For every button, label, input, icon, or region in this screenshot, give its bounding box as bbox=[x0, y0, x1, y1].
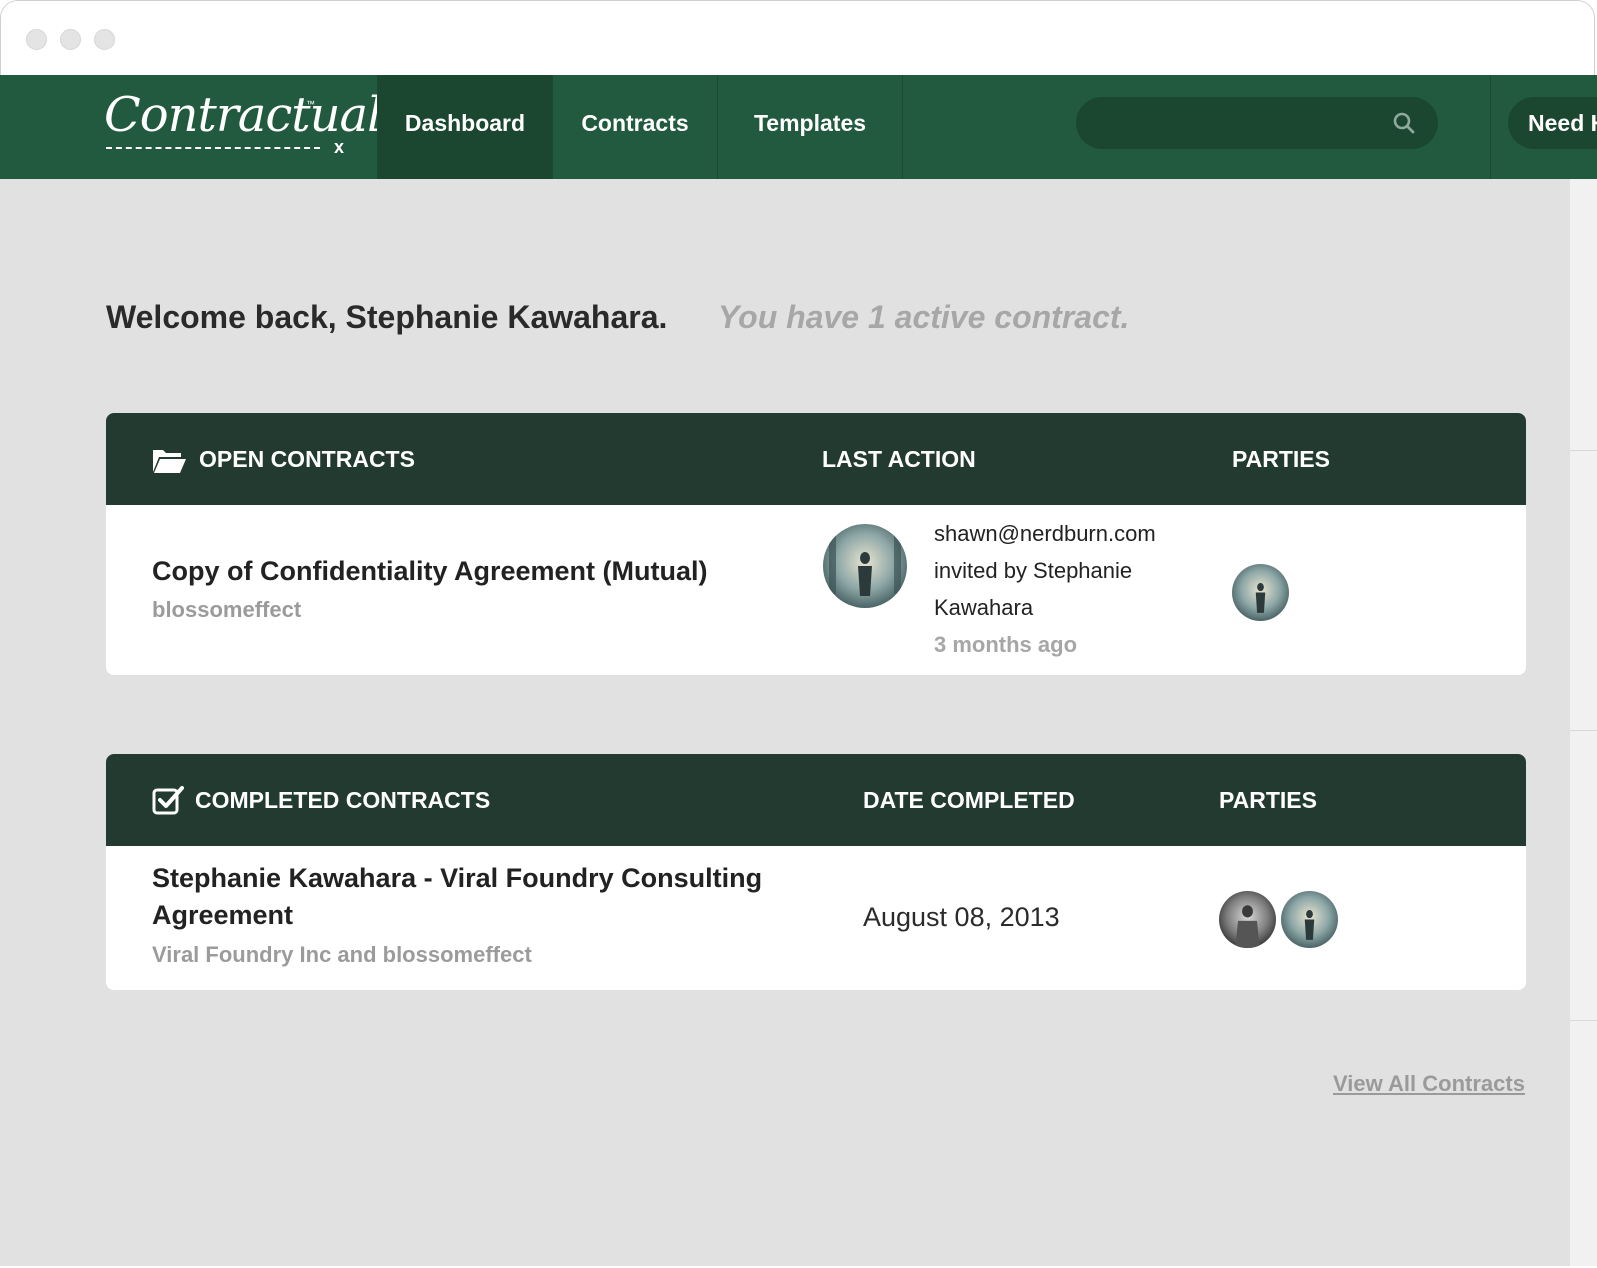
last-action-line: invited by Stephanie bbox=[934, 558, 1133, 583]
help-button[interactable]: Need H bbox=[1508, 97, 1597, 149]
column-header-last-action: LAST ACTION bbox=[822, 446, 976, 472]
close-window-button[interactable] bbox=[26, 29, 47, 50]
logo-wordmark: Contractually bbox=[104, 87, 423, 143]
contract-title-line: Agreement bbox=[152, 900, 294, 930]
folder-open-icon bbox=[153, 450, 186, 473]
scrollbar-divider bbox=[1570, 1020, 1597, 1021]
column-header-date-completed: DATE COMPLETED bbox=[863, 787, 1075, 813]
search-icon[interactable] bbox=[1392, 111, 1416, 135]
column-header-completed-contracts: COMPLETED CONTRACTS bbox=[195, 787, 491, 813]
scrollbar-divider bbox=[1570, 450, 1597, 451]
contract-title-line: Stephanie Kawahara - Viral Foundry Consu… bbox=[152, 863, 763, 893]
window-titlebar bbox=[1, 1, 1594, 76]
view-all-contracts-link[interactable]: View All Contracts bbox=[1333, 1071, 1525, 1097]
table-row[interactable]: Copy of Confidentiality Agreement (Mutua… bbox=[106, 505, 1526, 675]
welcome-message: Welcome back, Stephanie Kawahara. bbox=[106, 299, 668, 335]
last-action-time: 3 months ago bbox=[934, 632, 1078, 657]
contract-owner: blossomeffect bbox=[152, 597, 302, 622]
column-header-parties: PARTIES bbox=[1232, 446, 1330, 472]
logo-dashed-line bbox=[106, 147, 320, 149]
search-input[interactable] bbox=[1076, 97, 1438, 149]
column-header-open-contracts: OPEN CONTRACTS bbox=[199, 446, 415, 472]
last-action-text: shawn@nerdburn.com invited by Stephanie … bbox=[934, 515, 1156, 663]
completed-contracts-panel: COMPLETED CONTRACTS DATE COMPLETED PARTI… bbox=[106, 754, 1526, 990]
nav-divider bbox=[902, 75, 903, 179]
tab-contracts[interactable]: Contracts bbox=[552, 75, 717, 179]
party-avatar[interactable] bbox=[1281, 891, 1338, 948]
tab-dashboard[interactable]: Dashboard bbox=[377, 75, 552, 179]
open-contracts-panel: OPEN CONTRACTS LAST ACTION PARTIES Copy … bbox=[106, 413, 1526, 675]
last-action-line: shawn@nerdburn.com bbox=[934, 521, 1156, 546]
logo-x-mark: x bbox=[334, 137, 345, 157]
contract-parties-text: Viral Foundry Inc and blossomeffect bbox=[152, 942, 532, 967]
nav-divider bbox=[1490, 75, 1491, 179]
active-contracts-note: You have 1 active contract. bbox=[718, 299, 1130, 335]
table-row[interactable]: Stephanie Kawahara - Viral Foundry Consu… bbox=[106, 846, 1526, 990]
open-contracts-header: OPEN CONTRACTS LAST ACTION PARTIES bbox=[106, 413, 1526, 505]
contract-title[interactable]: Stephanie Kawahara - Viral Foundry Consu… bbox=[152, 860, 762, 934]
party-avatar[interactable] bbox=[1219, 891, 1276, 948]
contractually-logo[interactable]: Contractually ™ x bbox=[104, 85, 423, 171]
contract-title[interactable]: Copy of Confidentiality Agreement (Mutua… bbox=[152, 553, 708, 590]
tab-templates[interactable]: Templates bbox=[717, 75, 902, 179]
logo-trademark: ™ bbox=[306, 99, 315, 109]
scrollbar-divider bbox=[1570, 730, 1597, 731]
dashboard-content: Welcome back, Stephanie Kawahara. You ha… bbox=[0, 179, 1570, 1266]
completed-contracts-header: COMPLETED CONTRACTS DATE COMPLETED PARTI… bbox=[106, 754, 1526, 846]
date-completed: August 08, 2013 bbox=[863, 902, 1060, 932]
zoom-window-button[interactable] bbox=[94, 29, 115, 50]
avatar bbox=[823, 524, 907, 608]
checkbox-checked-icon bbox=[152, 786, 184, 815]
party-avatar[interactable] bbox=[1232, 564, 1289, 621]
scrollbar[interactable] bbox=[1570, 179, 1597, 1266]
last-action-line: Kawahara bbox=[934, 595, 1034, 620]
minimize-window-button[interactable] bbox=[60, 29, 81, 50]
column-header-parties: PARTIES bbox=[1219, 787, 1317, 813]
top-navbar: Contractually ™ x Dashboard Contracts Te… bbox=[0, 75, 1597, 179]
